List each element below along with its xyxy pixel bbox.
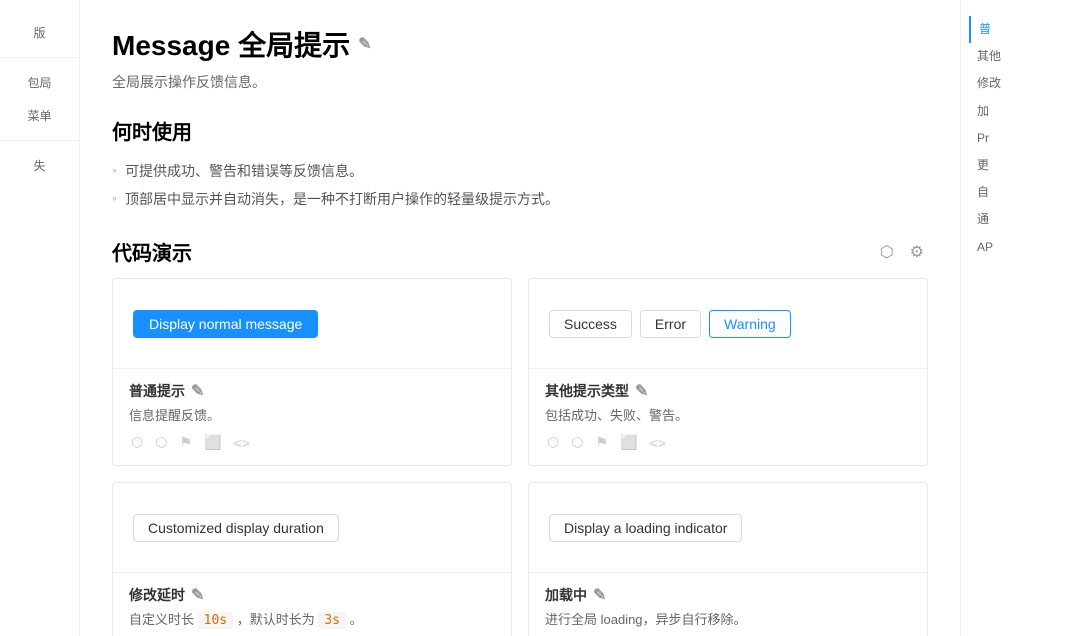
sidebar-item-layout[interactable]: 包局 [0, 66, 79, 99]
demo-card-title-duration: 修改延时 ✎ [129, 585, 495, 605]
card-icon-cube-3[interactable]: ⬡ [545, 432, 561, 453]
expand-icon[interactable]: ⬡ [876, 238, 898, 266]
page-title-container: Message 全局提示 ✎ [112, 24, 928, 64]
demo-header-icons: ⬡ ⚙ [876, 238, 928, 266]
sidebar-divider-2 [0, 140, 79, 141]
demo-card-loading: Display a loading indicator 加载中 ✎ 进行全局 l… [528, 482, 928, 636]
demo-card-icons-types: ⬡ ⬡ ⚑ ⬜ <> [545, 432, 911, 453]
demo-meta-types: 其他提示类型 ✎ 包括成功、失败、警告。 ⬡ ⬡ ⚑ ⬜ <> [529, 369, 927, 465]
sidebar-item-ban[interactable]: 版 [0, 16, 79, 49]
right-sidebar: 普 其他 修改 加 Pr 更 自 通 AP [960, 0, 1080, 636]
success-button[interactable]: Success [549, 310, 632, 338]
toc-item-api[interactable]: AP [969, 234, 1072, 261]
customized-duration-button[interactable]: Customized display duration [133, 514, 339, 542]
when-to-use-title: 何时使用 [112, 116, 928, 145]
sidebar-item-menu[interactable]: 菜单 [0, 99, 79, 132]
demo-preview-duration: Customized display duration [113, 483, 511, 573]
demo-card-title-types: 其他提示类型 ✎ [545, 381, 911, 401]
highlight-10s: 10s [198, 612, 233, 629]
demo-card-normal: Display normal message 普通提示 ✎ 信息提醒反馈。 ⬡ … [112, 278, 512, 466]
toc-item-add[interactable]: 加 [969, 98, 1072, 125]
toc-item-custom[interactable]: 自 [969, 179, 1072, 206]
card-edit-icon-loading[interactable]: ✎ [593, 585, 606, 605]
demo-meta-loading: 加载中 ✎ 进行全局 loading，异步自行移除。 ⬡ ⬡ ⚑ ⬜ <> [529, 573, 927, 636]
toc-item-update[interactable]: 更 [969, 152, 1072, 179]
page-title-text: Message 全局提示 [112, 24, 350, 64]
code-demo-header: 代码演示 ⬡ ⚙ [112, 237, 928, 266]
sidebar-item-lost[interactable]: 失 [0, 149, 79, 182]
demo-card-types: Success Error Warning 其他提示类型 ✎ 包括成功、失败、警… [528, 278, 928, 466]
when-to-use-list: 可提供成功、警告和错误等反馈信息。 顶部居中显示并自动消失，是一种不打断用户操作… [112, 157, 928, 213]
toc-item-other[interactable]: 其他 [969, 43, 1072, 70]
settings-icon[interactable]: ⚙ [906, 238, 928, 266]
toc-item-notice[interactable]: 通 [969, 206, 1072, 233]
toc-item-pr[interactable]: Pr [969, 125, 1072, 152]
card-icon-code-1[interactable]: <> [231, 433, 251, 453]
demo-preview-normal: Display normal message [113, 279, 511, 369]
card-icon-code-2[interactable]: <> [647, 433, 667, 453]
demo-card-desc-loading: 进行全局 loading，异步自行移除。 [545, 609, 911, 628]
left-sidebar: 版 包局 菜单 失 [0, 0, 80, 636]
demo-card-desc-types: 包括成功、失败、警告。 [545, 405, 911, 424]
toc-item-normal[interactable]: 普 [969, 16, 1072, 43]
warning-button[interactable]: Warning [709, 310, 791, 338]
card-edit-icon-duration[interactable]: ✎ [191, 585, 204, 605]
demo-meta-duration: 修改延时 ✎ 自定义时长 10s ，默认时长为 3s 。 ⬡ ⬡ ⚑ ⬜ <> [113, 573, 511, 636]
page-subtitle: 全局展示操作反馈信息。 [112, 72, 928, 92]
card-edit-icon-types[interactable]: ✎ [635, 381, 648, 401]
bullet-item-2: 顶部居中显示并自动消失，是一种不打断用户操作的轻量级提示方式。 [112, 185, 928, 213]
card-icon-flag-1[interactable]: ⚑ [177, 432, 194, 453]
card-icon-flag-2[interactable]: ⚑ [593, 432, 610, 453]
card-icon-cube-1[interactable]: ⬡ [129, 432, 145, 453]
demo-card-desc-duration: 自定义时长 10s ，默认时长为 3s 。 [129, 609, 495, 628]
card-icon-copy-1[interactable]: ⬜ [202, 432, 223, 453]
sidebar-divider-1 [0, 57, 79, 58]
demo-preview-loading: Display a loading indicator [529, 483, 927, 573]
demo-card-duration: Customized display duration 修改延时 ✎ 自定义时长… [112, 482, 512, 636]
bullet-item-1: 可提供成功、警告和错误等反馈信息。 [112, 157, 928, 185]
code-demo-title: 代码演示 [112, 237, 192, 266]
highlight-3s: 3s [318, 612, 346, 629]
demo-card-icons-normal: ⬡ ⬡ ⚑ ⬜ <> [129, 432, 495, 453]
main-content: Message 全局提示 ✎ 全局展示操作反馈信息。 何时使用 可提供成功、警告… [80, 0, 960, 636]
demo-preview-types: Success Error Warning [529, 279, 927, 369]
demo-card-desc-normal: 信息提醒反馈。 [129, 405, 495, 424]
demo-card-title-normal: 普通提示 ✎ [129, 381, 495, 401]
loading-indicator-button[interactable]: Display a loading indicator [549, 514, 742, 542]
card-edit-icon-normal[interactable]: ✎ [191, 381, 204, 401]
toc-item-modify[interactable]: 修改 [969, 70, 1072, 97]
demo-card-title-loading: 加载中 ✎ [545, 585, 911, 605]
card-icon-cube-2[interactable]: ⬡ [153, 432, 169, 453]
demo-grid: Display normal message 普通提示 ✎ 信息提醒反馈。 ⬡ … [112, 278, 928, 636]
demo-meta-normal: 普通提示 ✎ 信息提醒反馈。 ⬡ ⬡ ⚑ ⬜ <> [113, 369, 511, 465]
error-button[interactable]: Error [640, 310, 701, 338]
display-normal-button[interactable]: Display normal message [133, 310, 318, 338]
title-edit-icon[interactable]: ✎ [358, 34, 371, 54]
card-icon-copy-2[interactable]: ⬜ [618, 432, 639, 453]
card-icon-cube-4[interactable]: ⬡ [569, 432, 585, 453]
